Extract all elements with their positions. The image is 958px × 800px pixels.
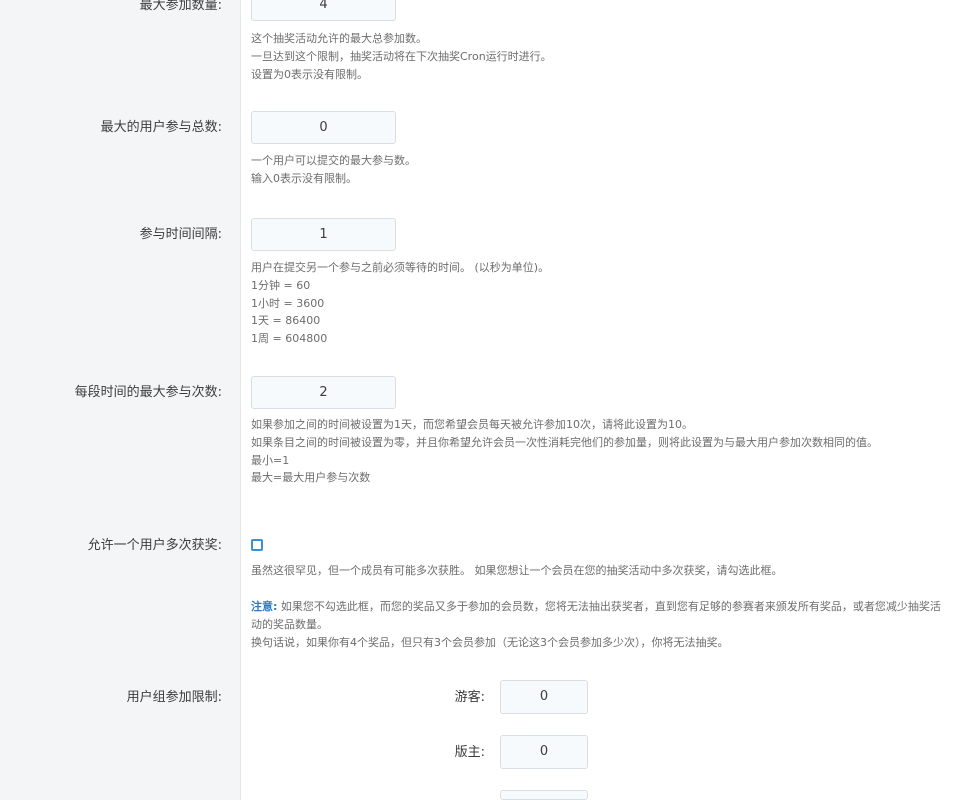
group-input-guest[interactable]: 0	[500, 680, 588, 714]
help-line: 1周 = 604800	[251, 332, 328, 346]
help-line: 最小=1	[251, 453, 290, 467]
help-line: 1小时 = 3600	[251, 296, 325, 310]
max-user-entries-label: 最大的用户参与总数:	[100, 120, 222, 135]
max-entries-label: 最大参加数量:	[139, 0, 222, 13]
multiple-wins-note: 注意: 如果您不勾选此框，而您的奖品又多于参加的会员数，您将无法抽出获奖者，直到…	[251, 598, 946, 651]
help-line: 设置为0表示没有限制。	[251, 67, 368, 81]
entry-interval-label: 参与时间间隔:	[139, 227, 222, 242]
max-user-entries-input[interactable]: 0	[251, 111, 396, 144]
group-input-next[interactable]	[500, 790, 588, 800]
max-per-period-label: 每段时间的最大参与次数:	[74, 385, 222, 400]
help-line: 如果条目之间的时间被设置为零，并且你希望允许会员一次性消耗完他们的参加量，则将此…	[251, 435, 878, 449]
note-line: 注意: 如果您不勾选此框，而您的奖品又多于参加的会员数，您将无法抽出获奖者，直到…	[251, 598, 946, 634]
max-per-period-help: 如果参加之间的时间被设置为1天，而您希望会员每天被允许参加10次，请将此设置为1…	[251, 416, 946, 487]
help-line: 1分钟 = 60	[251, 278, 311, 292]
help-line: 1天 = 86400	[251, 314, 321, 328]
max-user-entries-help: 一个用户可以提交的最大参与数。 输入0表示没有限制。	[251, 152, 946, 188]
entry-interval-help: 用户在提交另一个参与之前必须等待的时间。 (以秒为单位)。 1分钟 = 60 1…	[251, 259, 946, 348]
allow-multiple-wins-checkbox[interactable]	[251, 539, 263, 551]
allow-multiple-wins-label: 允许一个用户多次获奖:	[87, 538, 222, 553]
max-entries-input[interactable]: 4	[251, 0, 396, 21]
help-line: 如果参加之间的时间被设置为1天，而您希望会员每天被允许参加10次，请将此设置为1…	[251, 418, 693, 431]
group-label-moderator: 版主:	[454, 745, 485, 760]
note-text: 如果您不勾选此框，而您的奖品又多于参加的会员数，您将无法抽出获奖者，直到您有足够…	[251, 600, 941, 631]
help-line: 一个用户可以提交的最大参与数。	[251, 154, 416, 167]
help-line: 用户在提交另一个参与之前必须等待的时间。 (以秒为单位)。	[251, 261, 550, 274]
help-line: 最大=最大用户参与次数	[251, 471, 371, 485]
max-entries-help: 这个抽奖活动允许的最大总参加数。 一旦达到这个限制，抽奖活动将在下次抽奖Cron…	[251, 30, 946, 83]
allow-multiple-wins-help: 虽然这很罕见，但一个成员有可能多次获胜。 如果您想让一个会员在您的抽奖活动中多次…	[251, 564, 783, 577]
entry-interval-input[interactable]: 1	[251, 218, 396, 251]
max-per-period-input[interactable]: 2	[251, 376, 396, 409]
help-line: 输入0表示没有限制。	[251, 171, 357, 185]
group-label-guest: 游客:	[454, 690, 485, 705]
note-extra: 换句话说，如果你有4个奖品，但只有3个会员参加（无论这3个会员参加多少次），你将…	[251, 635, 729, 649]
help-line: 一旦达到这个限制，抽奖活动将在下次抽奖Cron运行时进行。	[251, 49, 552, 63]
note-label: 注意:	[251, 600, 278, 613]
help-line: 这个抽奖活动允许的最大总参加数。	[251, 32, 427, 45]
group-input-moderator[interactable]: 0	[500, 735, 588, 769]
usergroup-limits-label: 用户组参加限制:	[126, 690, 222, 705]
